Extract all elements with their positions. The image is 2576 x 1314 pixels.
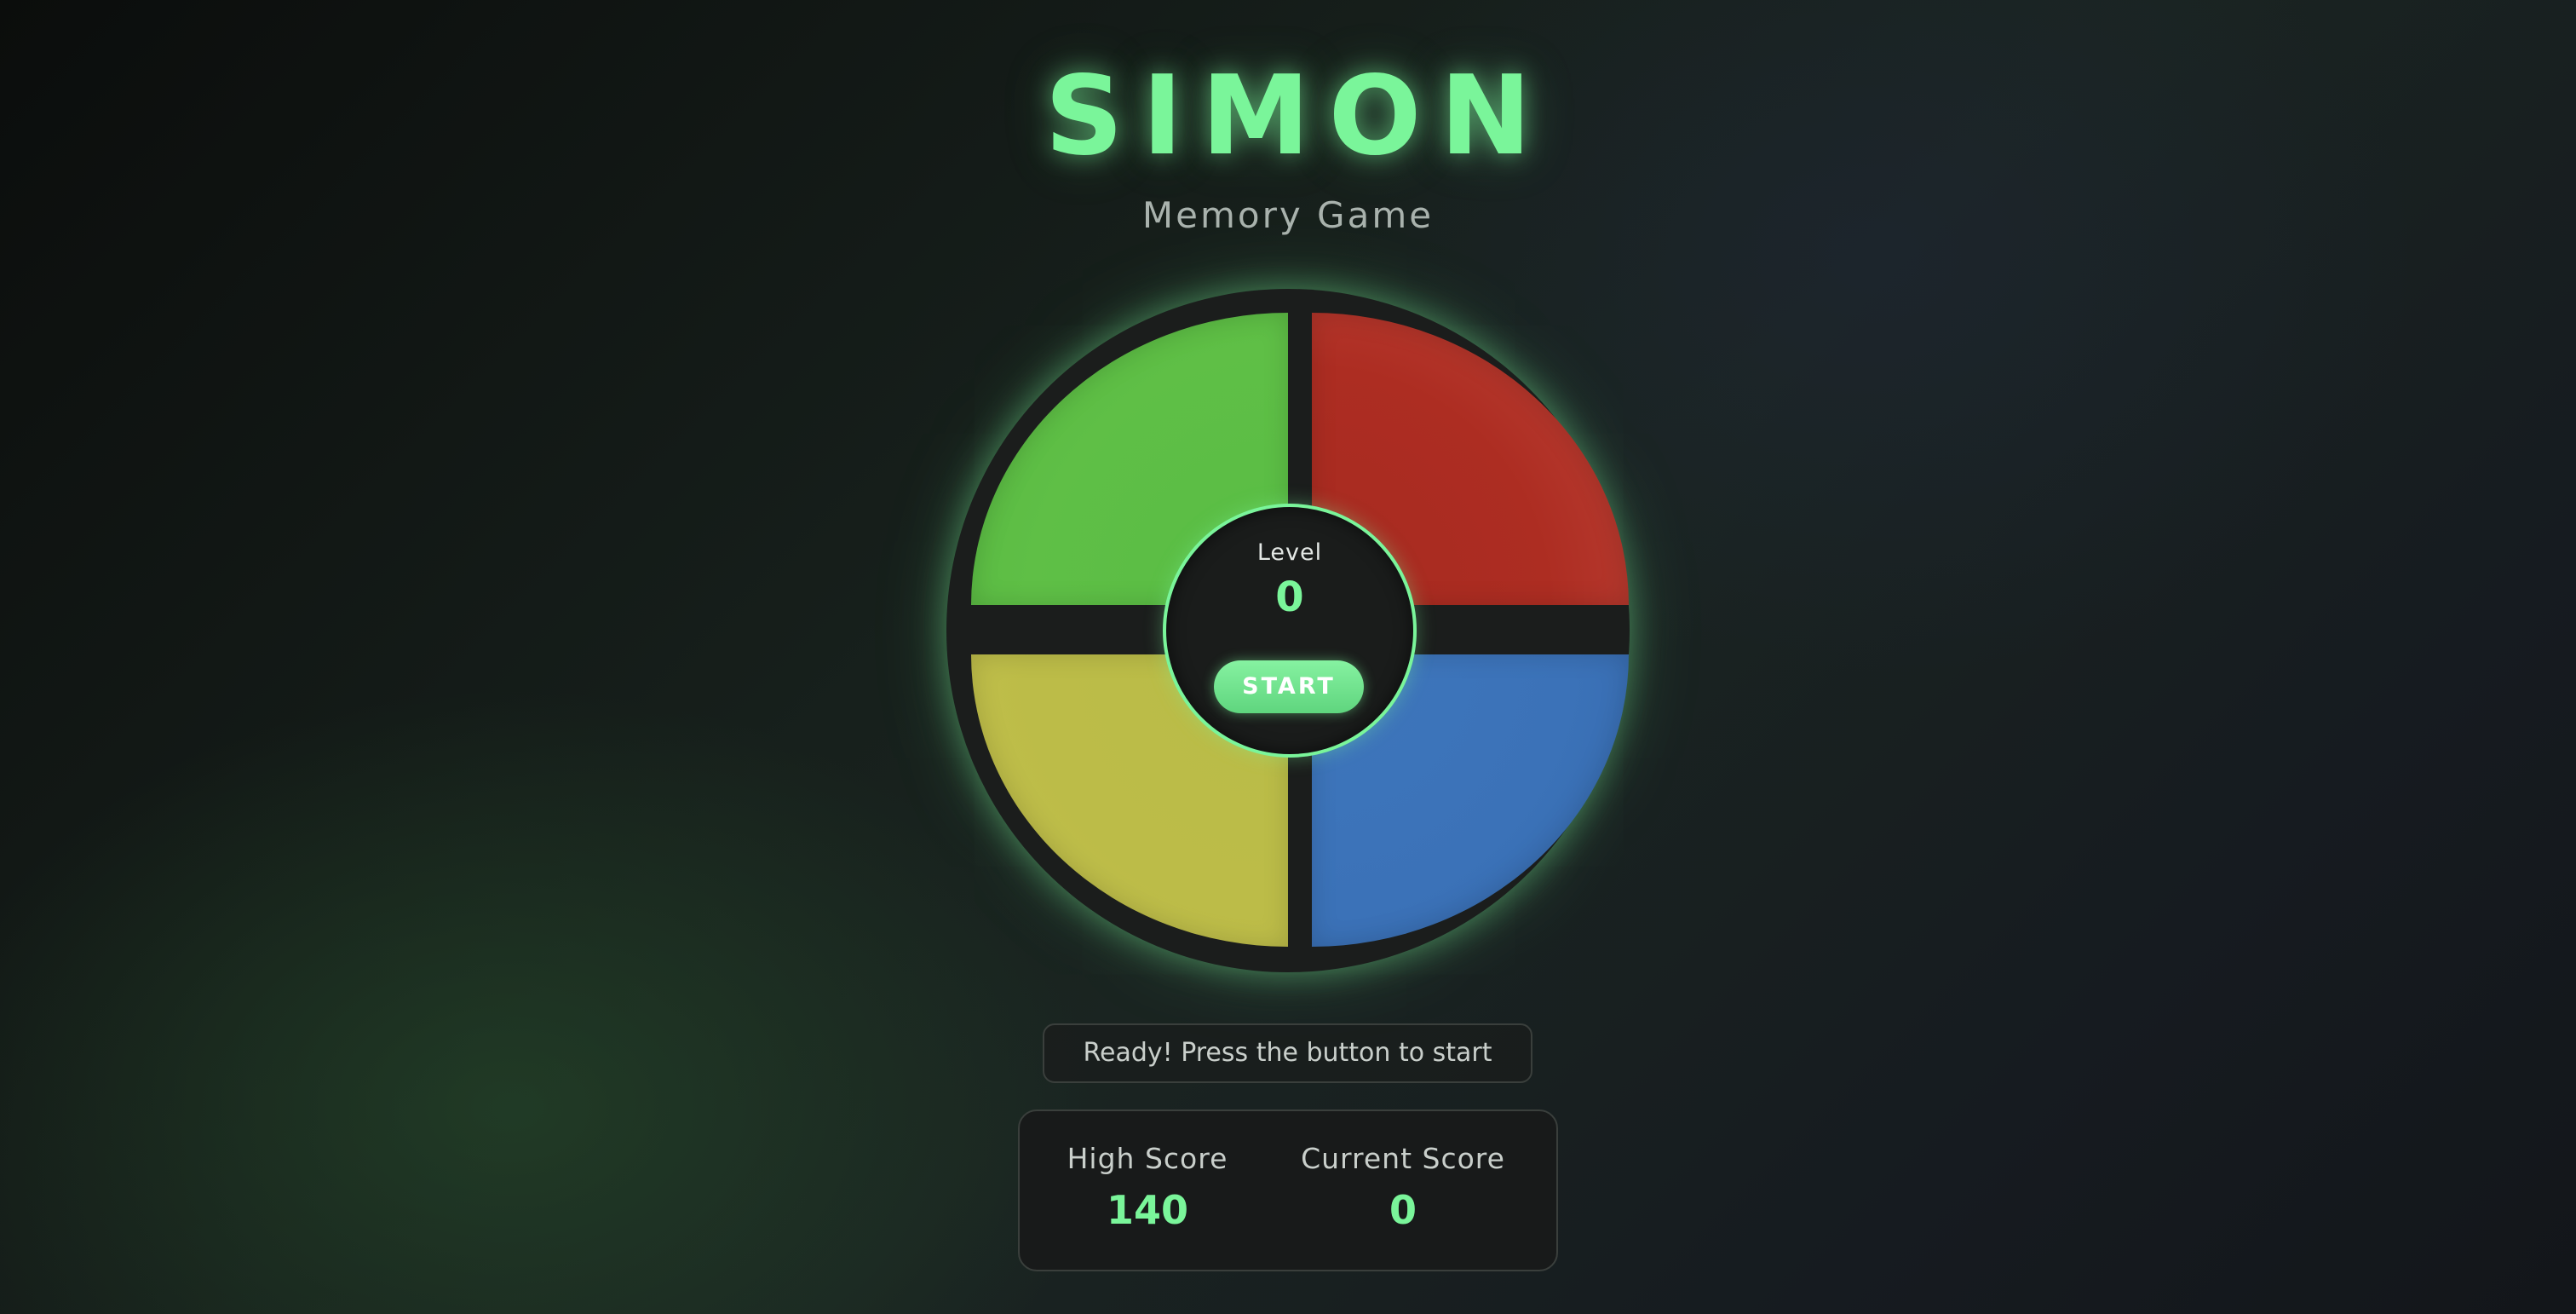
game-subtitle: Memory Game <box>1141 194 1435 236</box>
start-button[interactable]: START <box>1214 660 1364 713</box>
simon-board: Level 0 START <box>946 289 1630 972</box>
score-panel: High Score 140 Current Score 0 <box>1018 1109 1558 1271</box>
status-message: Ready! Press the button to start <box>1043 1023 1532 1083</box>
level-label: Level <box>1256 539 1323 566</box>
current-score: Current Score 0 <box>1275 1142 1531 1233</box>
high-score: High Score 140 <box>1054 1142 1241 1233</box>
high-score-value: 140 <box>1106 1187 1189 1233</box>
game-title: SIMON <box>1044 53 1550 180</box>
current-score-value: 0 <box>1389 1187 1417 1233</box>
level-value: 0 <box>1275 573 1304 621</box>
center-panel: Level 0 START <box>1163 504 1417 758</box>
current-score-label: Current Score <box>1301 1142 1505 1175</box>
high-score-label: High Score <box>1067 1142 1228 1175</box>
